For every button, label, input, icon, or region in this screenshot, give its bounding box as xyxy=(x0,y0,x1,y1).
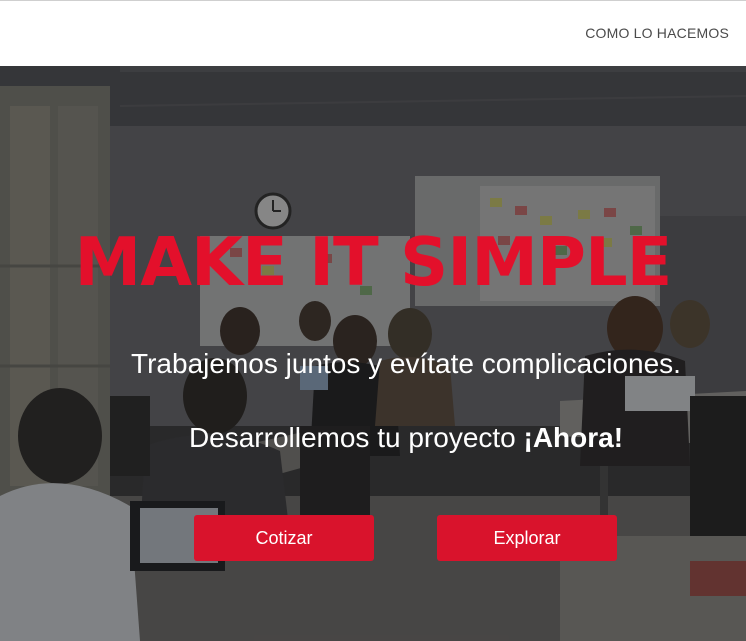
explorar-button[interactable]: Explorar xyxy=(437,515,617,561)
nav-link-como-lo-hacemos[interactable]: COMO LO HACEMOS xyxy=(585,25,729,41)
hero-headline: MAKE IT SIMPLE xyxy=(74,223,673,301)
cotizar-button[interactable]: Cotizar xyxy=(194,515,374,561)
cta-text-emphasis: ¡Ahora! xyxy=(523,422,624,453)
top-navbar: COMO LO HACEMOS xyxy=(0,0,746,66)
hero-section: MAKE IT SIMPLE Trabajemos juntos y evíta… xyxy=(0,66,746,641)
hero-tagline: Trabajemos juntos y evítate complicacion… xyxy=(131,348,681,379)
cta-text-prefix: Desarrollemos tu proyecto xyxy=(188,422,524,453)
hero-cta-text: Desarrollemos tu proyecto ¡Ahora! xyxy=(0,420,746,456)
